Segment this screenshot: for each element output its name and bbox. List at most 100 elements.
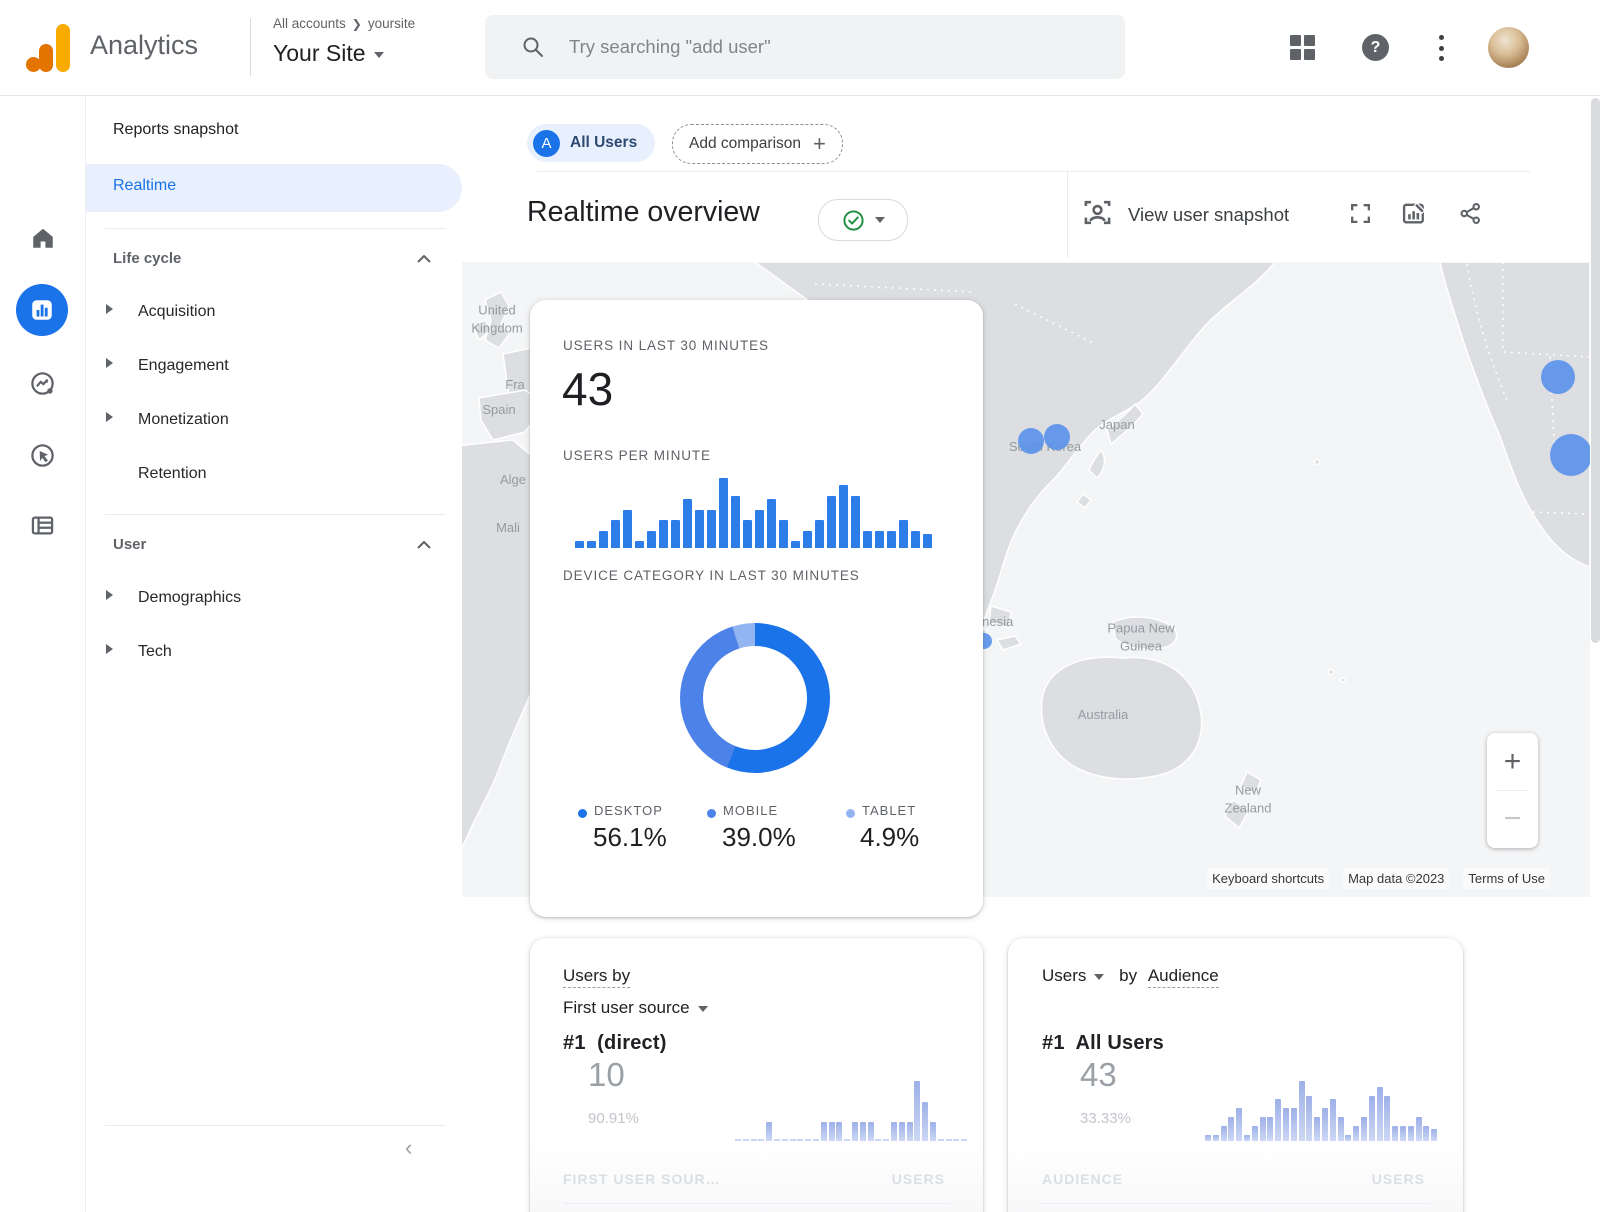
user-snapshot-icon[interactable] [1082,197,1113,228]
search-input[interactable] [567,35,1051,59]
breadcrumb-site[interactable]: yoursite [368,16,415,31]
add-comparison-button[interactable]: Add comparison + [672,124,843,164]
audience-letter-badge: A [533,130,560,157]
home-icon[interactable] [0,225,85,251]
bar [899,1122,905,1141]
expand-arrow-icon[interactable] [106,304,113,314]
fullscreen-icon[interactable] [1348,201,1373,226]
library-icon[interactable] [0,512,85,539]
metric-label[interactable]: Users [1042,966,1086,985]
data-status-dropdown[interactable] [818,199,908,241]
nav-reports-snapshot[interactable]: Reports snapshot [113,121,238,139]
explore-icon[interactable] [0,370,85,397]
terms-of-use-link[interactable]: Terms of Use [1463,868,1550,889]
empty-minute-dash [790,1139,796,1141]
property-selector[interactable]: Your Site [273,40,384,67]
toolbar-divider [1067,172,1068,258]
landmass-indonesia [997,636,1021,650]
user-avatar[interactable] [1488,27,1529,68]
keyboard-shortcuts-link[interactable]: Keyboard shortcuts [1207,868,1329,889]
apps-grid-icon[interactable] [1290,35,1315,60]
nav-item-tech[interactable]: Tech [138,643,172,661]
logo-bar-tall [56,24,70,72]
nav-section-user[interactable]: User [113,536,146,553]
help-icon[interactable]: ? [1362,34,1389,61]
bar [707,510,716,549]
customize-report-icon[interactable] [1400,199,1428,227]
chevron-down-icon [875,217,885,223]
by-label: by [1119,966,1137,985]
page-title: Realtime overview [527,196,760,229]
bar [731,496,740,549]
expand-arrow-icon[interactable] [106,590,113,600]
bar [1213,1135,1219,1141]
all-users-chip[interactable]: A All Users [527,124,655,162]
bar [779,520,788,548]
map-data-note: Map data ©2023 [1343,868,1449,889]
dimension-selector[interactable]: First user source [563,998,708,1018]
advertising-icon[interactable] [0,442,85,469]
nav-item-engagement[interactable]: Engagement [138,357,229,375]
empty-minute-dash [797,1139,803,1141]
empty-minute-dash [883,1139,889,1141]
user-location-marker [1541,360,1575,394]
bar [911,531,920,549]
zoom-out-button[interactable]: − [1487,796,1538,842]
bar [1283,1108,1289,1141]
search-icon [521,35,545,59]
bar [719,478,728,548]
reports-icon-selected[interactable] [16,284,68,336]
chevron-up-icon[interactable] [417,541,431,549]
nav-divider [105,228,445,229]
bar [611,520,620,548]
dimension-label[interactable]: Audience [1148,966,1219,988]
add-comparison-label: Add comparison [689,135,801,153]
bar [743,520,752,548]
map-country-label: Spain [482,401,515,419]
column-header-dimension: AUDIENCE [1042,1171,1123,1187]
nav-item-retention[interactable]: Retention [138,465,207,483]
top-row-label: #1 All Users [1042,1032,1164,1055]
bar [875,531,884,549]
landmass-island [1341,678,1345,682]
analytics-logo-icon[interactable] [26,23,72,73]
bar [1244,1135,1250,1141]
expand-arrow-icon[interactable] [106,358,113,368]
bar [827,496,836,549]
breadcrumb-accounts[interactable]: All accounts [273,16,346,31]
bar [1416,1117,1422,1141]
chevron-up-icon[interactable] [417,255,431,263]
share-icon[interactable] [1458,201,1483,226]
bar [1377,1087,1383,1141]
user-location-marker [1018,428,1044,454]
collapse-nav-icon[interactable]: ‹ [405,1135,412,1161]
empty-minute-dash [961,1139,967,1141]
metric-selector[interactable]: Users by [563,966,630,986]
bar [868,1122,874,1141]
nav-item-demographics[interactable]: Demographics [138,589,241,607]
bar [1236,1108,1242,1141]
nav-realtime-label[interactable]: Realtime [113,177,176,195]
chevron-down-icon [374,52,384,58]
view-user-snapshot-button[interactable]: View user snapshot [1128,204,1289,226]
more-options-icon[interactable] [1438,35,1444,61]
expand-arrow-icon[interactable] [106,412,113,422]
zoom-in-button[interactable]: + [1487,739,1538,785]
expand-arrow-icon[interactable] [106,644,113,654]
nav-section-lifecycle[interactable]: Life cycle [113,250,181,267]
source-sparkline-chart [735,1081,967,1141]
top-row-share: 90.91% [588,1110,639,1127]
bar [803,531,812,549]
page-scrollbar[interactable] [1591,98,1600,643]
nav-item-acquisition[interactable]: Acquisition [138,303,215,321]
breadcrumb[interactable]: All accounts❯yoursite [273,16,415,31]
users-by-source-card: Users by First user source #1 (direct) 1… [530,938,983,1212]
search-bar[interactable] [485,15,1125,79]
bar [1345,1135,1351,1141]
landmass-japan [1077,494,1091,508]
user-location-marker [1044,424,1070,450]
metric-dimension-selector[interactable]: Users by Audience [1042,966,1219,986]
top-row-label: #1 (direct) [563,1032,667,1055]
nav-item-monetization[interactable]: Monetization [138,411,229,429]
mobile-percentage: 39.0% [722,822,796,853]
